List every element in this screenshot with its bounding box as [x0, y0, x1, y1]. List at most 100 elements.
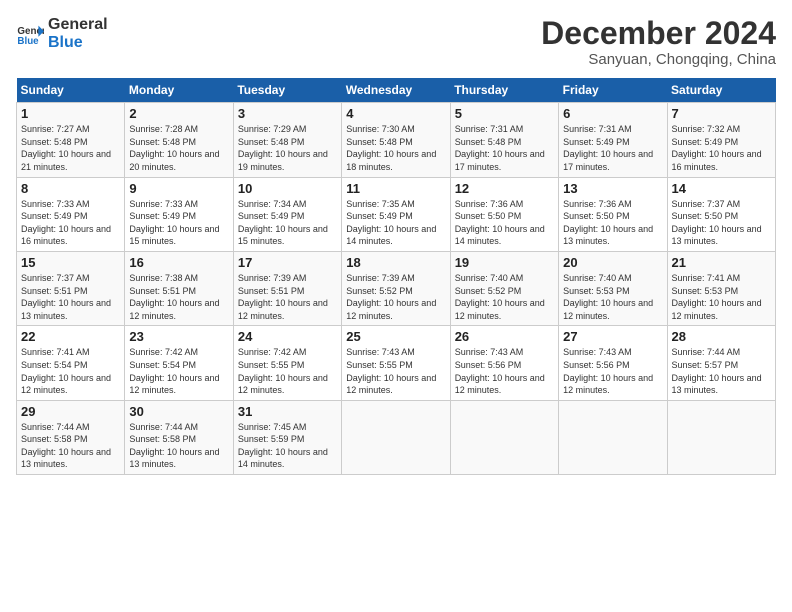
day-detail: Sunrise: 7:44 AMSunset: 5:58 PMDaylight:… [129, 422, 219, 470]
calendar-container: General Blue General Blue December 2024 … [0, 0, 792, 612]
day-detail: Sunrise: 7:37 AMSunset: 5:50 PMDaylight:… [672, 199, 762, 247]
day-number: 7 [672, 106, 771, 121]
day-number: 17 [238, 255, 337, 270]
day-number: 13 [563, 181, 662, 196]
svg-text:Blue: Blue [17, 35, 39, 46]
day-number: 29 [21, 404, 120, 419]
calendar-cell: 30 Sunrise: 7:44 AMSunset: 5:58 PMDayligh… [125, 400, 233, 474]
day-detail: Sunrise: 7:39 AMSunset: 5:52 PMDaylight:… [346, 273, 436, 321]
calendar-cell: 4 Sunrise: 7:30 AMSunset: 5:48 PMDaylight… [342, 103, 450, 177]
calendar-cell: 14 Sunrise: 7:37 AMSunset: 5:50 PMDayligh… [667, 177, 775, 251]
day-detail: Sunrise: 7:41 AMSunset: 5:54 PMDaylight:… [21, 347, 111, 395]
day-number: 6 [563, 106, 662, 121]
day-detail: Sunrise: 7:33 AMSunset: 5:49 PMDaylight:… [21, 199, 111, 247]
day-detail: Sunrise: 7:33 AMSunset: 5:49 PMDaylight:… [129, 199, 219, 247]
day-detail: Sunrise: 7:32 AMSunset: 5:49 PMDaylight:… [672, 124, 762, 172]
calendar-cell: 9 Sunrise: 7:33 AMSunset: 5:49 PMDaylight… [125, 177, 233, 251]
day-number: 25 [346, 329, 445, 344]
day-detail: Sunrise: 7:42 AMSunset: 5:54 PMDaylight:… [129, 347, 219, 395]
day-number: 21 [672, 255, 771, 270]
calendar-cell [342, 400, 450, 474]
day-number: 9 [129, 181, 228, 196]
day-detail: Sunrise: 7:43 AMSunset: 5:56 PMDaylight:… [455, 347, 545, 395]
day-detail: Sunrise: 7:27 AMSunset: 5:48 PMDaylight:… [21, 124, 111, 172]
calendar-cell: 6 Sunrise: 7:31 AMSunset: 5:49 PMDaylight… [559, 103, 667, 177]
logo: General Blue General Blue [16, 16, 108, 51]
day-number: 16 [129, 255, 228, 270]
calendar-cell: 19Sunrise: 7:40 AMSunset: 5:52 PMDayligh… [450, 251, 558, 325]
calendar-week-4: 22 Sunrise: 7:41 AMSunset: 5:54 PMDayligh… [17, 326, 776, 400]
day-number: 8 [21, 181, 120, 196]
calendar-cell [667, 400, 775, 474]
calendar-cell: 11Sunrise: 7:35 AMSunset: 5:49 PMDayligh… [342, 177, 450, 251]
calendar-cell: 10Sunrise: 7:34 AMSunset: 5:49 PMDayligh… [233, 177, 341, 251]
day-number: 28 [672, 329, 771, 344]
day-detail: Sunrise: 7:36 AMSunset: 5:50 PMDaylight:… [455, 199, 545, 247]
calendar-cell [450, 400, 558, 474]
calendar-week-3: 15 Sunrise: 7:37 AMSunset: 5:51 PMDayligh… [17, 251, 776, 325]
day-number: 3 [238, 106, 337, 121]
day-number: 4 [346, 106, 445, 121]
calendar-cell: 21Sunrise: 7:41 AMSunset: 5:53 PMDayligh… [667, 251, 775, 325]
day-detail: Sunrise: 7:36 AMSunset: 5:50 PMDaylight:… [563, 199, 653, 247]
calendar-cell: 8 Sunrise: 7:33 AMSunset: 5:49 PMDaylight… [17, 177, 125, 251]
weekday-header-thursday: Thursday [450, 78, 558, 103]
day-detail: Sunrise: 7:45 AMSunset: 5:59 PMDaylight:… [238, 422, 328, 470]
day-detail: Sunrise: 7:40 AMSunset: 5:52 PMDaylight:… [455, 273, 545, 321]
day-detail: Sunrise: 7:44 AMSunset: 5:58 PMDaylight:… [21, 422, 111, 470]
day-number: 11 [346, 181, 445, 196]
weekday-header-saturday: Saturday [667, 78, 775, 103]
day-number: 12 [455, 181, 554, 196]
calendar-cell: 5Sunrise: 7:31 AMSunset: 5:48 PMDaylight… [450, 103, 558, 177]
calendar-cell: 16 Sunrise: 7:38 AMSunset: 5:51 PMDayligh… [125, 251, 233, 325]
day-number: 2 [129, 106, 228, 121]
calendar-cell: 1Sunrise: 7:27 AMSunset: 5:48 PMDaylight… [17, 103, 125, 177]
day-detail: Sunrise: 7:38 AMSunset: 5:51 PMDaylight:… [129, 273, 219, 321]
calendar-cell: 17 Sunrise: 7:39 AMSunset: 5:51 PMDayligh… [233, 251, 341, 325]
calendar-cell: 7 Sunrise: 7:32 AMSunset: 5:49 PMDaylight… [667, 103, 775, 177]
day-number: 20 [563, 255, 662, 270]
day-detail: Sunrise: 7:42 AMSunset: 5:55 PMDaylight:… [238, 347, 328, 395]
day-detail: Sunrise: 7:29 AMSunset: 5:48 PMDaylight:… [238, 124, 328, 172]
day-number: 30 [129, 404, 228, 419]
day-detail: Sunrise: 7:31 AMSunset: 5:49 PMDaylight:… [563, 124, 653, 172]
day-detail: Sunrise: 7:30 AMSunset: 5:48 PMDaylight:… [346, 124, 436, 172]
calendar-cell: 27 Sunrise: 7:43 AMSunset: 5:56 PMDayligh… [559, 326, 667, 400]
day-detail: Sunrise: 7:43 AMSunset: 5:55 PMDaylight:… [346, 347, 436, 395]
calendar-cell: 15 Sunrise: 7:37 AMSunset: 5:51 PMDayligh… [17, 251, 125, 325]
weekday-header-monday: Monday [125, 78, 233, 103]
day-number: 18 [346, 255, 445, 270]
weekday-header-wednesday: Wednesday [342, 78, 450, 103]
calendar-cell: 3 Sunrise: 7:29 AMSunset: 5:48 PMDaylight… [233, 103, 341, 177]
weekday-header-tuesday: Tuesday [233, 78, 341, 103]
header: General Blue General Blue December 2024 … [16, 16, 776, 68]
weekday-header-friday: Friday [559, 78, 667, 103]
day-detail: Sunrise: 7:43 AMSunset: 5:56 PMDaylight:… [563, 347, 653, 395]
calendar-week-1: 1Sunrise: 7:27 AMSunset: 5:48 PMDaylight… [17, 103, 776, 177]
calendar-table: SundayMondayTuesdayWednesdayThursdayFrid… [16, 78, 776, 475]
title-block: December 2024 Sanyuan, Chongqing, China [541, 16, 776, 68]
day-number: 14 [672, 181, 771, 196]
day-detail: Sunrise: 7:37 AMSunset: 5:51 PMDaylight:… [21, 273, 111, 321]
calendar-cell [559, 400, 667, 474]
weekday-header-row: SundayMondayTuesdayWednesdayThursdayFrid… [17, 78, 776, 103]
calendar-week-5: 29 Sunrise: 7:44 AMSunset: 5:58 PMDayligh… [17, 400, 776, 474]
day-number: 15 [21, 255, 120, 270]
logo-icon: General Blue [16, 20, 44, 48]
calendar-cell: 20 Sunrise: 7:40 AMSunset: 5:53 PMDayligh… [559, 251, 667, 325]
day-number: 27 [563, 329, 662, 344]
day-detail: Sunrise: 7:31 AMSunset: 5:48 PMDaylight:… [455, 124, 545, 172]
day-number: 22 [21, 329, 120, 344]
day-number: 26 [455, 329, 554, 344]
calendar-cell: 24 Sunrise: 7:42 AMSunset: 5:55 PMDayligh… [233, 326, 341, 400]
day-number: 10 [238, 181, 337, 196]
calendar-cell: 12 Sunrise: 7:36 AMSunset: 5:50 PMDayligh… [450, 177, 558, 251]
weekday-header-sunday: Sunday [17, 78, 125, 103]
calendar-cell: 23Sunrise: 7:42 AMSunset: 5:54 PMDayligh… [125, 326, 233, 400]
day-detail: Sunrise: 7:39 AMSunset: 5:51 PMDaylight:… [238, 273, 328, 321]
day-number: 24 [238, 329, 337, 344]
calendar-cell: 31Sunrise: 7:45 AMSunset: 5:59 PMDayligh… [233, 400, 341, 474]
day-detail: Sunrise: 7:44 AMSunset: 5:57 PMDaylight:… [672, 347, 762, 395]
calendar-cell: 13 Sunrise: 7:36 AMSunset: 5:50 PMDayligh… [559, 177, 667, 251]
day-detail: Sunrise: 7:40 AMSunset: 5:53 PMDaylight:… [563, 273, 653, 321]
